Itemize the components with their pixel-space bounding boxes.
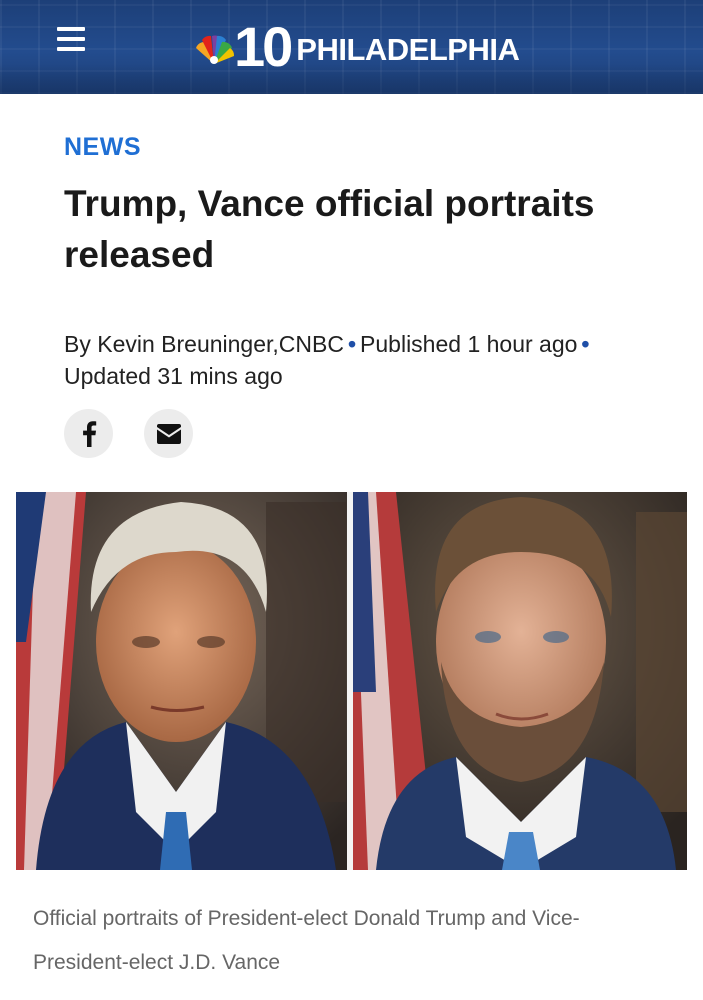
article-category[interactable]: NEWS	[64, 133, 141, 162]
image-caption: Official portraits of President-elect Do…	[33, 907, 580, 974]
email-icon	[156, 423, 181, 444]
hamburger-menu-icon[interactable]	[56, 24, 86, 54]
article-headline: Trump, Vance official portraits released	[64, 183, 595, 275]
byline-updated: Updated 31 mins ago	[64, 363, 283, 389]
facebook-icon	[82, 420, 96, 447]
byline-separator: •	[581, 331, 590, 357]
byline-author[interactable]: By Kevin Breuninger,CNBC	[64, 331, 344, 357]
article-byline: By Kevin Breuninger,CNBC • Published 1 hou…	[64, 328, 664, 392]
facebook-share-button[interactable]	[64, 409, 113, 458]
logo-city-name: PHILADELPHIA	[296, 32, 520, 67]
byline-separator: •	[347, 331, 357, 357]
article-hero-image[interactable]	[16, 492, 687, 870]
nbc-peacock-icon	[196, 35, 235, 64]
portraits-photo	[16, 492, 687, 870]
logo-channel-number: 10	[234, 15, 293, 78]
site-header: 10 PHILADELPHIA	[0, 0, 703, 94]
site-logo[interactable]: 10 PHILADELPHIA	[192, 12, 520, 78]
byline-published: Published 1 hour ago	[360, 331, 578, 357]
email-share-button[interactable]	[144, 409, 193, 458]
